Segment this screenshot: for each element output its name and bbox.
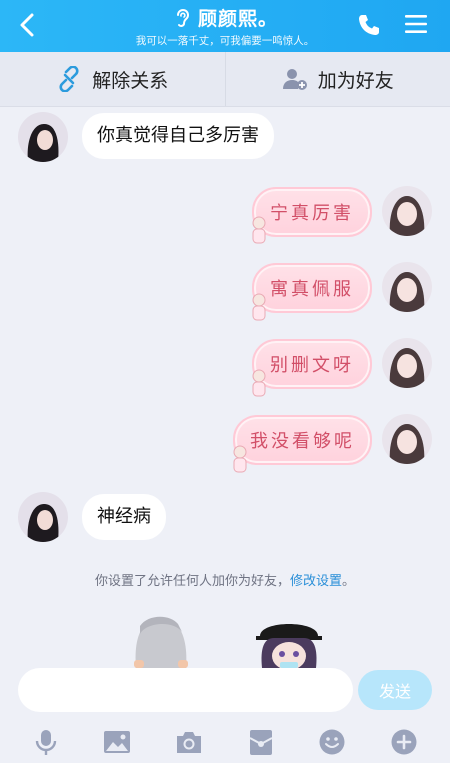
- my-avatar[interactable]: [382, 338, 432, 388]
- contact-avatar[interactable]: [18, 492, 68, 542]
- relation-action-bar: 解除关系 加为好友: [0, 52, 450, 107]
- message-bubble-outgoing[interactable]: 我没看够呢: [233, 415, 372, 465]
- add-friend-label: 加为好友: [317, 69, 394, 92]
- chat-title-block: 顾颜熙。 我可以一落千丈，可我偏要一鸣惊人。: [80, 4, 370, 48]
- composer: 发送: [0, 660, 450, 720]
- emoji-icon[interactable]: [318, 728, 346, 756]
- chat-title: 顾颜熙。: [197, 8, 278, 30]
- title-bar: 顾颜熙。 我可以一落千丈，可我偏要一鸣惊人。: [0, 0, 450, 52]
- bubble-girl-sticker-icon: [233, 445, 247, 473]
- message-input[interactable]: [18, 668, 353, 712]
- my-avatar[interactable]: [382, 414, 432, 464]
- red-packet-icon[interactable]: [247, 728, 275, 756]
- contact-avatar[interactable]: [18, 112, 68, 162]
- system-notice: 你设置了允许任何人加你为好友，修改设置。: [0, 570, 450, 589]
- bubble-girl-sticker-icon: [252, 293, 266, 321]
- message-bubble-incoming[interactable]: 神经病: [82, 494, 166, 540]
- bubble-girl-sticker-icon: [252, 369, 266, 397]
- back-arrow-icon[interactable]: [14, 11, 42, 39]
- notice-text: 你设置了允许任何人加你为好友，: [94, 574, 290, 589]
- my-avatar[interactable]: [382, 186, 432, 236]
- image-icon[interactable]: [103, 728, 131, 756]
- camera-icon[interactable]: [175, 728, 203, 756]
- my-avatar[interactable]: [382, 262, 432, 312]
- phone-icon[interactable]: [356, 12, 382, 38]
- unlink-icon: [59, 66, 79, 92]
- ear-icon[interactable]: [172, 7, 192, 29]
- message-bubble-incoming[interactable]: 你真觉得自己多厉害: [82, 113, 274, 159]
- menu-icon[interactable]: [404, 13, 428, 35]
- chat-signature: 我可以一落千丈，可我偏要一鸣惊人。: [135, 35, 315, 47]
- composer-toolbar: [0, 720, 450, 763]
- plus-icon[interactable]: [390, 728, 418, 756]
- remove-relation-label: 解除关系: [92, 69, 169, 92]
- send-button[interactable]: 发送: [358, 670, 432, 710]
- bubble-girl-sticker-icon: [252, 216, 266, 244]
- add-friend-button[interactable]: 加为好友: [224, 52, 450, 106]
- mic-icon[interactable]: [32, 728, 60, 756]
- add-user-icon: [282, 69, 307, 90]
- notice-suffix: 。: [342, 574, 356, 589]
- remove-relation-button[interactable]: 解除关系: [0, 52, 225, 106]
- modify-settings-link[interactable]: 修改设置: [290, 574, 342, 589]
